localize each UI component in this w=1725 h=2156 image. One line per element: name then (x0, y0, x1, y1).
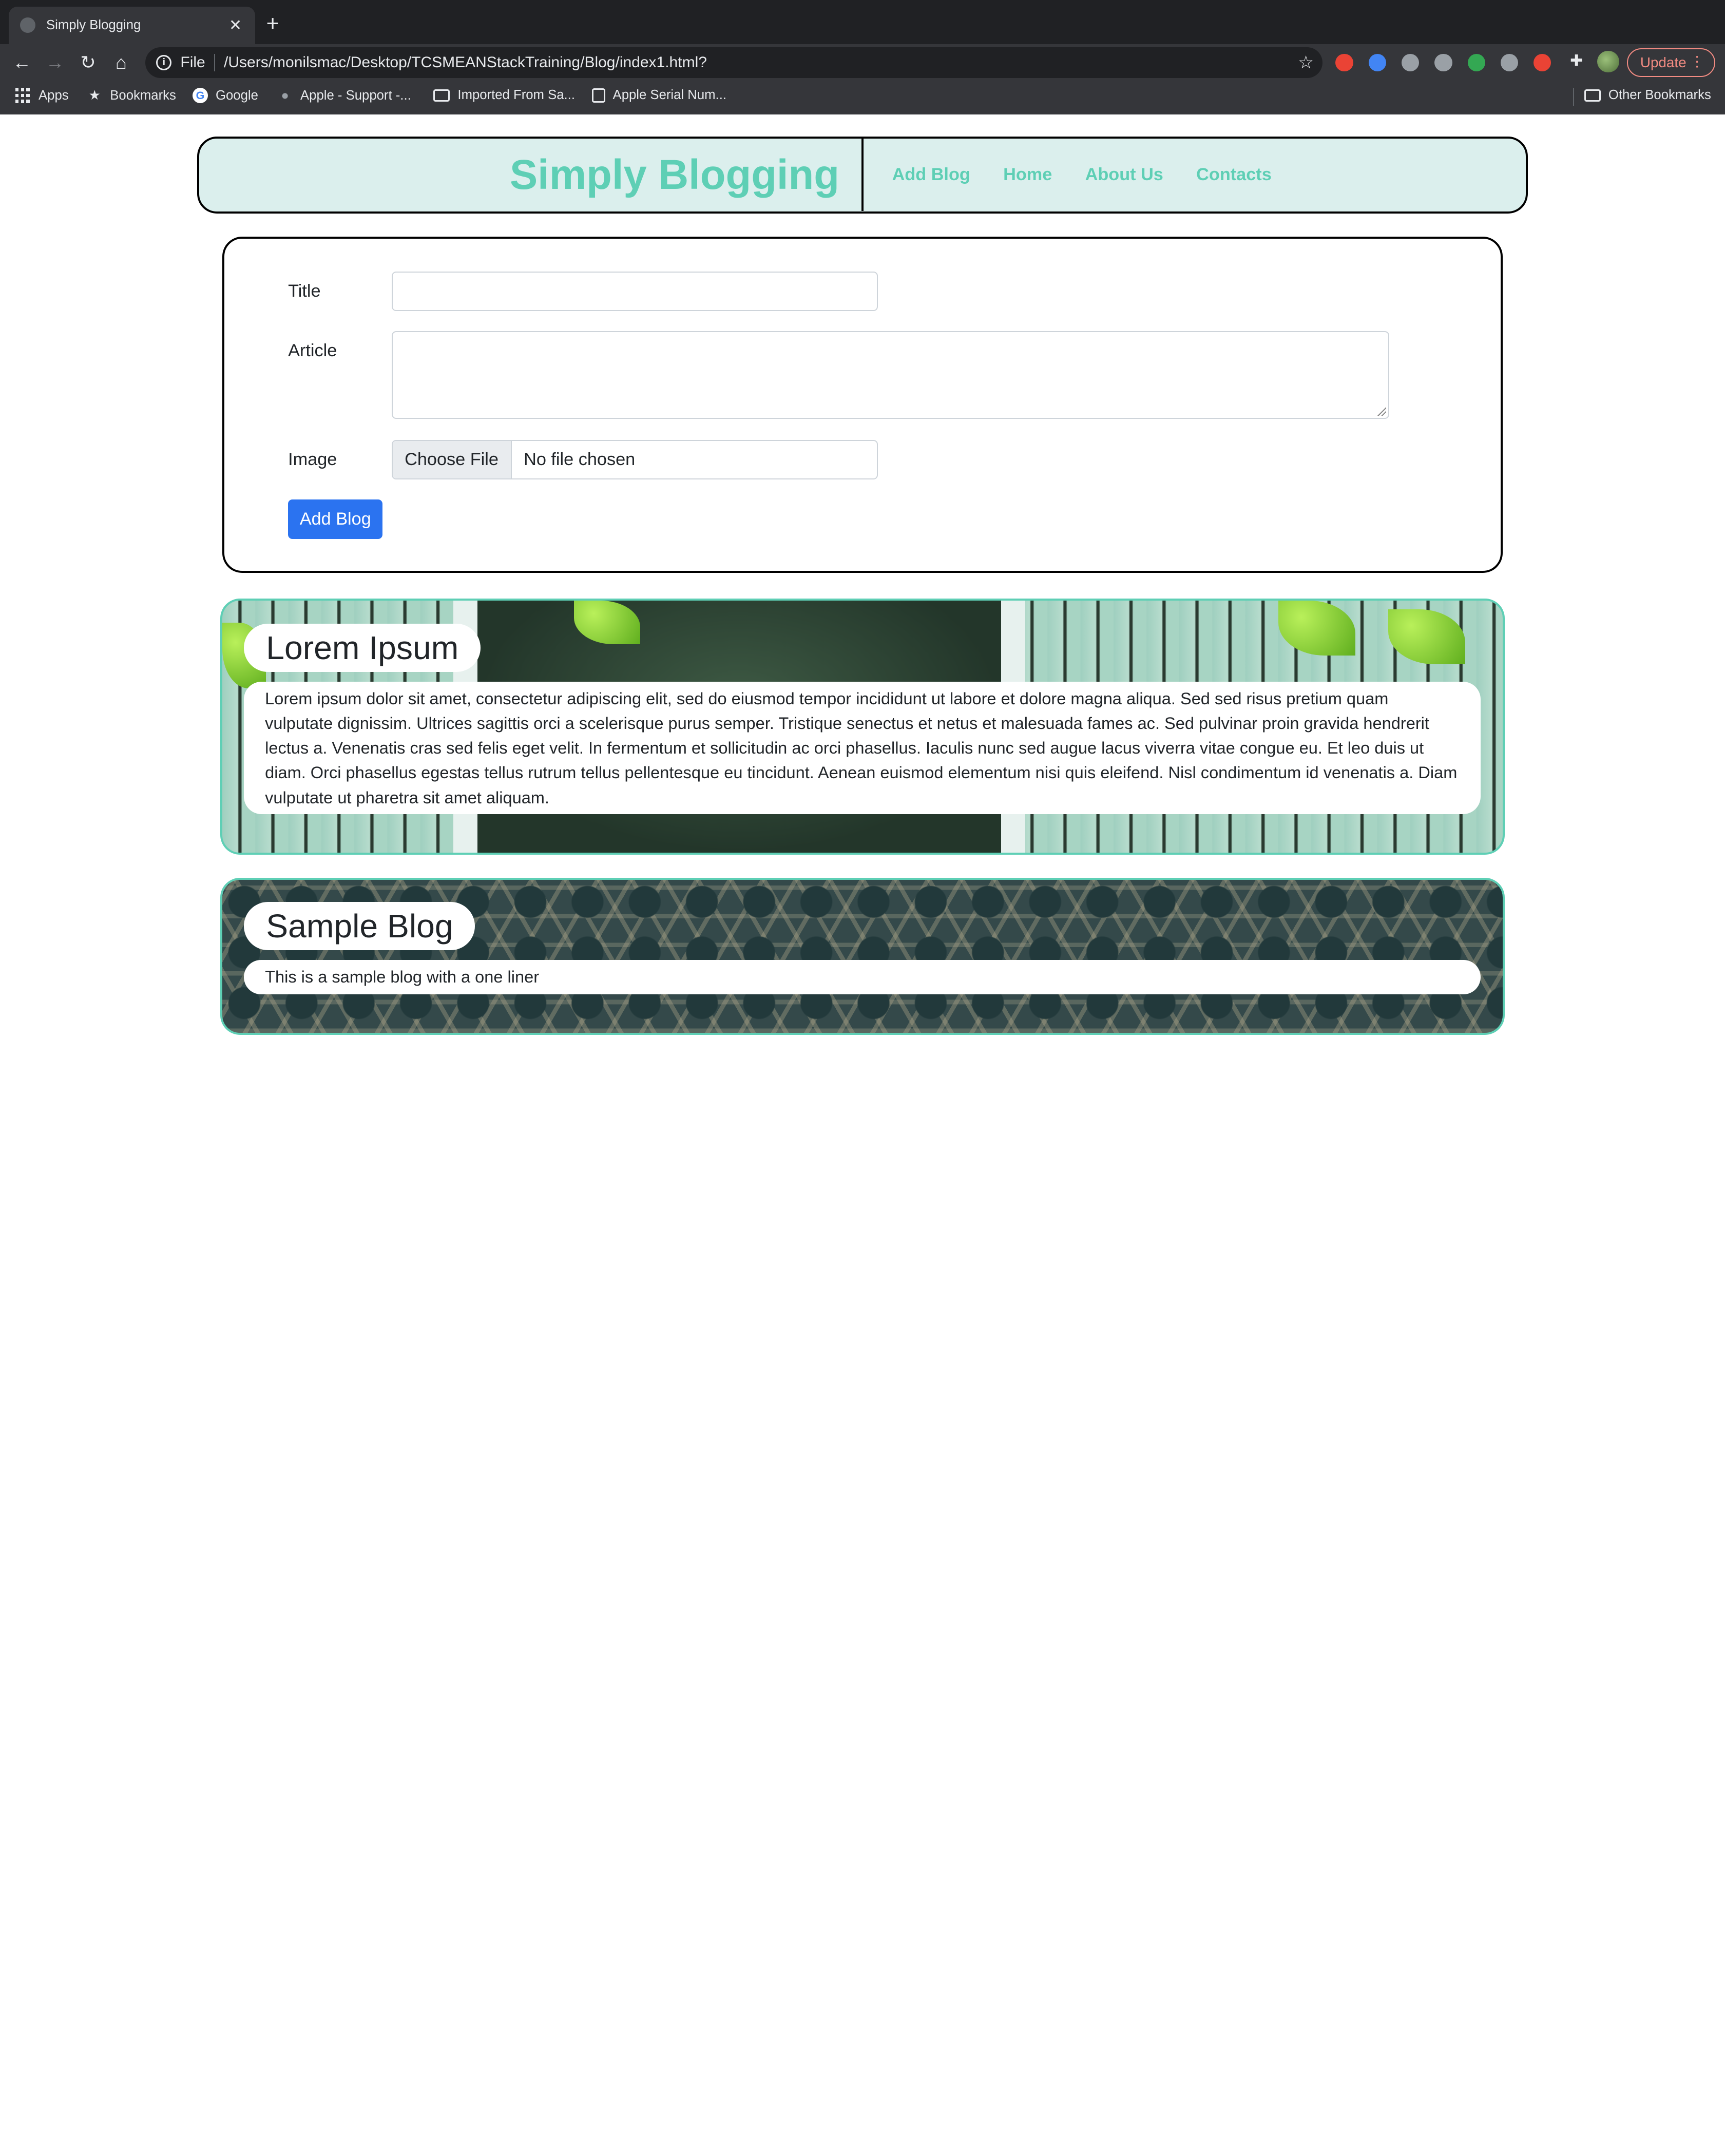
bookmarks-bar: Apps ★ Bookmarks G Google ● Apple - Supp… (0, 82, 1725, 112)
extension-icon[interactable] (1500, 53, 1519, 72)
tab-title: Simply Blogging (46, 17, 141, 32)
bookmark-apps[interactable]: Apps (15, 88, 69, 103)
image-file-input[interactable]: Choose File No file chosen (391, 439, 878, 479)
browser-tab[interactable]: Simply Blogging ✕ (9, 6, 256, 44)
star-icon: ★ (88, 88, 101, 103)
bookmark-imported-folder[interactable]: Imported From Sa... (433, 88, 575, 103)
google-icon: G (193, 88, 208, 104)
back-icon[interactable]: ← (9, 49, 35, 75)
extension-icon[interactable] (1434, 53, 1452, 72)
bookmarks-divider (1573, 88, 1575, 106)
browser-toolbar: ← → ↻ ⌂ i File /Users/monilsmac/Desktop/… (0, 44, 1725, 82)
add-blog-button[interactable]: Add Blog (288, 499, 383, 539)
bookmark-label: Apple - Support -... (300, 88, 411, 103)
article-label: Article (288, 340, 337, 360)
extension-icon[interactable] (1402, 53, 1420, 72)
avatar[interactable] (1597, 50, 1620, 73)
add-blog-form: Title Article Image Choose File No file … (222, 236, 1503, 573)
site-title: Simply Blogging (199, 138, 864, 211)
bookmark-bookmarks[interactable]: ★ Bookmarks (87, 88, 176, 103)
blog-card: Lorem Ipsum Lorem ipsum dolor sit amet, … (220, 598, 1505, 855)
bookmark-apple-serial[interactable]: Apple Serial Num... (591, 88, 726, 103)
leaf-decoration (1388, 609, 1465, 664)
more-icon[interactable]: ⋮ (1690, 53, 1704, 70)
page: Simply Blogging Add Blog Home About Us C… (0, 114, 1725, 1078)
extension-icon[interactable] (1467, 53, 1485, 72)
star-icon[interactable]: ☆ (1289, 52, 1322, 73)
title-input[interactable] (391, 271, 878, 312)
browser-chrome: Simply Blogging ✕ + ← → ↻ ⌂ i File /User… (0, 0, 1725, 114)
new-tab-button[interactable]: + (266, 11, 279, 37)
folder-icon (1584, 89, 1601, 102)
forward-icon[interactable]: → (42, 49, 68, 75)
blog-body: Lorem ipsum dolor sit amet, consectetur … (244, 682, 1481, 815)
info-icon[interactable]: i (156, 55, 172, 71)
bookmark-other[interactable]: Other Bookmarks (1584, 88, 1711, 103)
blog-title: Lorem Ipsum (244, 623, 481, 672)
bookmark-label: Google (216, 88, 258, 103)
extension-icon[interactable] (1335, 53, 1353, 72)
blog-body: This is a sample blog with a one liner (244, 960, 1481, 994)
extension-icon[interactable] (1368, 53, 1386, 72)
folder-icon (433, 89, 450, 102)
main-nav: Add Blog Home About Us Contacts (892, 139, 1305, 211)
title-label: Title (288, 281, 321, 301)
bookmark-label: Apps (39, 88, 69, 103)
tab-strip: Simply Blogging ✕ + (0, 0, 1725, 44)
resize-grip-icon[interactable] (1377, 407, 1386, 416)
nav-about-us[interactable]: About Us (1085, 165, 1163, 185)
blog-card: Sample Blog This is a sample blog with a… (220, 877, 1505, 1035)
choose-file-button[interactable]: Choose File (392, 440, 512, 478)
bookmark-google[interactable]: G Google (193, 88, 258, 104)
home-icon[interactable]: ⌂ (108, 49, 134, 75)
site-header: Simply Blogging Add Blog Home About Us C… (197, 136, 1528, 214)
nav-add-blog[interactable]: Add Blog (892, 165, 970, 185)
bookmark-apple-support[interactable]: ● Apple - Support -... (277, 88, 411, 103)
apps-grid-icon (15, 88, 31, 103)
update-button[interactable]: Update ⋮ (1627, 48, 1715, 77)
bookmark-label: Other Bookmarks (1608, 88, 1711, 103)
update-label: Update (1640, 54, 1686, 71)
url-scheme: File (180, 53, 215, 72)
bookmark-label: Apple Serial Num... (612, 88, 726, 103)
bookmark-label: Bookmarks (110, 88, 176, 103)
extension-icon[interactable] (1534, 53, 1551, 72)
nav-home[interactable]: Home (1003, 165, 1052, 185)
bookmark-label: Imported From Sa... (457, 88, 575, 103)
url-text[interactable]: /Users/monilsmac/Desktop/TCSMEANStackTra… (224, 54, 1289, 71)
blog-title: Sample Blog (244, 901, 475, 951)
globe-icon (20, 17, 35, 33)
apple-icon: ● (281, 88, 289, 103)
puzzle-icon[interactable]: ✚ (1566, 52, 1586, 72)
leaf-decoration (1278, 600, 1355, 656)
article-textarea[interactable] (391, 331, 1390, 419)
nav-contacts[interactable]: Contacts (1196, 165, 1272, 185)
reload-icon[interactable]: ↻ (75, 49, 101, 75)
file-status: No file chosen (524, 449, 636, 469)
address-bar[interactable]: i File /Users/monilsmac/Desktop/TCSMEANS… (145, 47, 1322, 79)
document-icon (591, 88, 605, 103)
close-icon[interactable]: ✕ (226, 16, 244, 34)
image-label: Image (288, 450, 337, 470)
